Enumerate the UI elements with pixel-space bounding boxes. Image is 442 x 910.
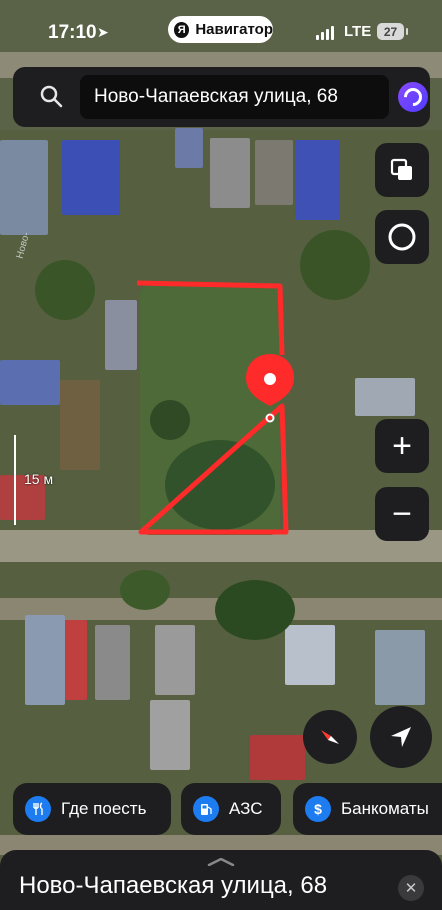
navigation-arrow-icon <box>391 727 411 747</box>
location-arrow-icon: ➤ <box>97 24 109 40</box>
fuel-pump-icon <box>193 796 219 822</box>
zoom-in-button[interactable]: + <box>375 419 429 473</box>
alice-ring-icon <box>388 223 416 251</box>
scale-bar <box>14 435 16 525</box>
chip-label: Где поесть <box>61 799 147 818</box>
chevron-up-icon[interactable] <box>207 858 235 866</box>
back-to-app-pill[interactable]: Я Навигатор <box>168 16 273 43</box>
chip-label: АЗС <box>229 799 263 818</box>
zoom-out-button[interactable]: − <box>375 487 429 541</box>
app-name: Навигатор <box>195 21 273 38</box>
chip-food[interactable]: Где поесть <box>13 783 171 835</box>
chip-atm[interactable]: $ Банкоматы <box>293 783 442 835</box>
my-location-button[interactable] <box>370 706 432 768</box>
place-title: Ново-Чапаевская улица, 68 <box>19 872 328 899</box>
search-bar: Ново-Чапаевская улица, 68 <box>13 67 430 127</box>
compass-button[interactable] <box>303 710 357 764</box>
category-chips: Где поесть АЗС $ Банкоматы <box>13 783 442 835</box>
compass-icon <box>321 730 339 744</box>
chip-label: Банкоматы <box>341 799 429 818</box>
chip-gas[interactable]: АЗС <box>181 783 281 835</box>
place-card-sheet[interactable]: Ново-Чапаевская улица, 68 ✕ <box>0 850 442 910</box>
layers-icon <box>390 158 412 180</box>
search-input[interactable]: Ново-Чапаевская улица, 68 <box>80 75 389 119</box>
signal-icon <box>316 26 334 40</box>
search-icon[interactable] <box>39 84 63 113</box>
fork-knife-icon <box>25 796 51 822</box>
battery-icon: 27 <box>377 23 408 40</box>
network-type: LTE <box>344 23 372 40</box>
location-pin-icon[interactable] <box>244 352 298 424</box>
scale-label: 15 м <box>24 471 54 487</box>
close-icon[interactable]: ✕ <box>398 875 424 901</box>
clock: 17:10 <box>48 22 97 43</box>
alice-voice-icon[interactable] <box>398 82 428 112</box>
status-bar: 17:10 ➤ Я Навигатор LTE 27 <box>0 0 442 64</box>
alice-button[interactable] <box>375 210 429 264</box>
dollar-icon: $ <box>305 796 331 822</box>
layers-button[interactable] <box>375 143 429 197</box>
yandex-logo-icon: Я <box>174 21 190 38</box>
